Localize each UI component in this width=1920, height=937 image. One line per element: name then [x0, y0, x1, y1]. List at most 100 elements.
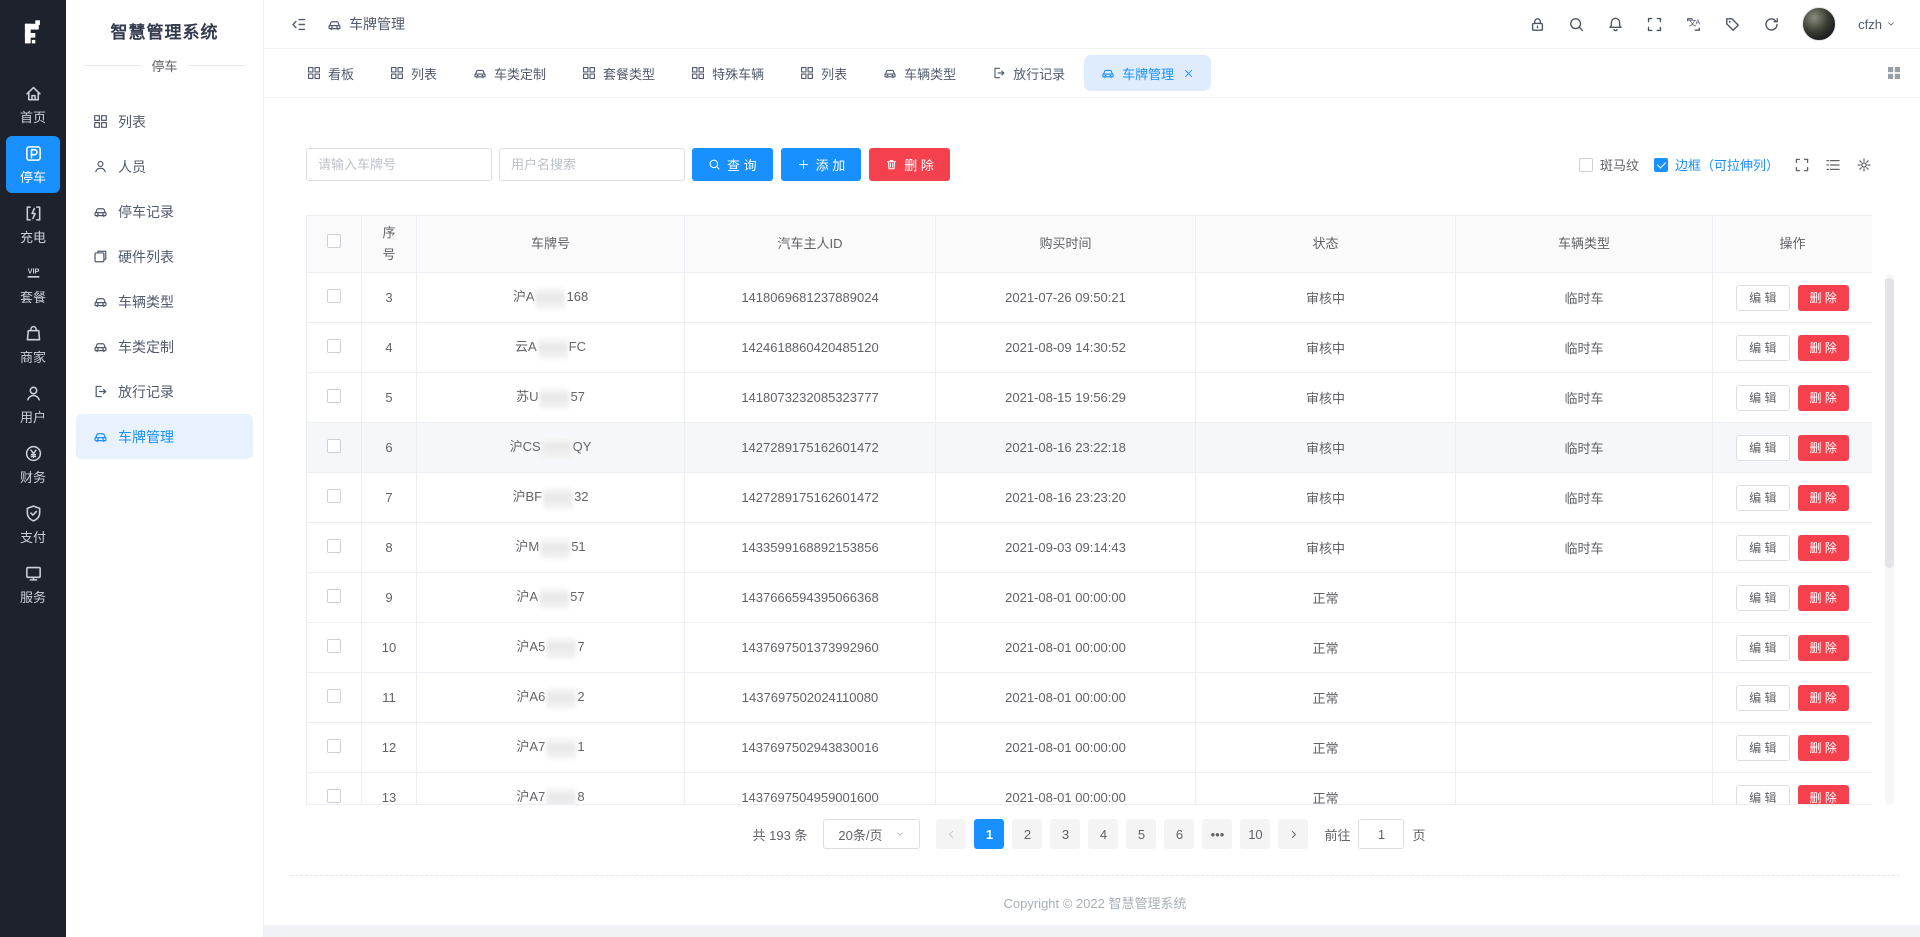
- row-checkbox[interactable]: [327, 589, 341, 603]
- sidebar-item-label: 停车记录: [118, 202, 174, 222]
- row-delete-button[interactable]: 删 除: [1798, 335, 1849, 361]
- tab-list-2[interactable]: 列表: [783, 55, 864, 91]
- row-checkbox[interactable]: [327, 539, 341, 553]
- next-page-button[interactable]: [1278, 819, 1308, 849]
- row-delete-button[interactable]: 删 除: [1798, 285, 1849, 311]
- row-delete-button[interactable]: 删 除: [1798, 635, 1849, 661]
- plate-search-input[interactable]: [306, 148, 492, 181]
- fullscreen-icon[interactable]: [1646, 16, 1663, 33]
- fullscreen-table-icon[interactable]: [1794, 157, 1810, 173]
- edit-button[interactable]: 编 辑: [1736, 385, 1789, 411]
- edit-button[interactable]: 编 辑: [1736, 335, 1789, 361]
- username-search-input[interactable]: [499, 148, 685, 181]
- collapse-sidebar-icon[interactable]: [290, 16, 307, 33]
- row-checkbox[interactable]: [327, 639, 341, 653]
- row-delete-button[interactable]: 删 除: [1798, 735, 1849, 761]
- plate-suffix: 1: [577, 739, 584, 754]
- app-logo[interactable]: [0, 0, 66, 66]
- bell-icon[interactable]: [1607, 16, 1624, 33]
- tab-list-1[interactable]: 列表: [373, 55, 454, 91]
- search-icon[interactable]: [1568, 16, 1585, 33]
- row-delete-button[interactable]: 删 除: [1798, 485, 1849, 511]
- edit-button[interactable]: 编 辑: [1736, 785, 1789, 806]
- row-checkbox[interactable]: [327, 439, 341, 453]
- sidebar-item-hardware-list[interactable]: 硬件列表: [76, 234, 253, 279]
- row-checkbox[interactable]: [327, 389, 341, 403]
- tab-vehicle-custom[interactable]: 车类定制: [456, 55, 563, 91]
- page-size-select[interactable]: 20条/页: [823, 819, 920, 849]
- row-delete-button[interactable]: 删 除: [1798, 385, 1849, 411]
- border-checkbox[interactable]: 边框（可拉伸列）: [1654, 155, 1779, 174]
- page-button-10[interactable]: 10: [1240, 819, 1270, 849]
- row-checkbox[interactable]: [327, 739, 341, 753]
- row-delete-button[interactable]: 删 除: [1798, 685, 1849, 711]
- row-delete-button[interactable]: 删 除: [1798, 435, 1849, 461]
- tab-release-records[interactable]: 放行记录: [975, 55, 1082, 91]
- row-checkbox[interactable]: [327, 339, 341, 353]
- sidebar-item-vehicle-type[interactable]: 车辆类型: [76, 279, 253, 324]
- rail-item-user[interactable]: 用户: [6, 376, 60, 433]
- owner-id-cell: 1437697502024110080: [685, 673, 936, 723]
- page-button-1[interactable]: 1: [974, 819, 1004, 849]
- search-button[interactable]: 查 询: [692, 148, 773, 181]
- delete-button[interactable]: 删 除: [869, 148, 950, 181]
- edit-button[interactable]: 编 辑: [1736, 585, 1789, 611]
- rail-item-home[interactable]: 首页: [6, 76, 60, 133]
- sidebar-item-vehicle-custom[interactable]: 车类定制: [76, 324, 253, 369]
- column-settings-icon[interactable]: [1825, 157, 1841, 173]
- select-all-checkbox[interactable]: [327, 234, 341, 248]
- row-checkbox[interactable]: [327, 789, 341, 803]
- rail-item-service[interactable]: 服务: [6, 556, 60, 613]
- page-button-4[interactable]: 4: [1088, 819, 1118, 849]
- page-button-6[interactable]: 6: [1164, 819, 1194, 849]
- rail-item-finance[interactable]: 财务: [6, 436, 60, 493]
- sidebar-item-list[interactable]: 列表: [76, 99, 253, 144]
- tab-plate-management[interactable]: 车牌管理: [1084, 55, 1211, 91]
- edit-button[interactable]: 编 辑: [1736, 735, 1789, 761]
- add-button[interactable]: 添 加: [781, 148, 862, 181]
- page-button-3[interactable]: 3: [1050, 819, 1080, 849]
- sidebar-item-release-records[interactable]: 放行记录: [76, 369, 253, 414]
- sidebar-item-personnel[interactable]: 人员: [76, 144, 253, 189]
- row-delete-button[interactable]: 删 除: [1798, 535, 1849, 561]
- tab-layout-grid-icon[interactable]: [1886, 65, 1902, 81]
- edit-button[interactable]: 编 辑: [1736, 285, 1789, 311]
- row-checkbox[interactable]: [327, 289, 341, 303]
- lock-icon[interactable]: [1529, 16, 1546, 33]
- row-delete-button[interactable]: 删 除: [1798, 585, 1849, 611]
- row-checkbox[interactable]: [327, 489, 341, 503]
- rail-item-package[interactable]: VIP套餐: [6, 256, 60, 313]
- sidebar-item-plate-management[interactable]: 车牌管理: [76, 414, 253, 459]
- gear-icon[interactable]: [1856, 157, 1872, 173]
- user-menu[interactable]: cfzh: [1858, 17, 1896, 32]
- tab-vehicle-type[interactable]: 车辆类型: [866, 55, 973, 91]
- zebra-stripe-checkbox[interactable]: 斑马纹: [1579, 155, 1639, 174]
- goto-page-input[interactable]: [1358, 819, 1404, 849]
- edit-button[interactable]: 编 辑: [1736, 435, 1789, 461]
- row-delete-button[interactable]: 删 除: [1798, 785, 1849, 806]
- row-checkbox[interactable]: [327, 689, 341, 703]
- translate-icon[interactable]: 文A: [1685, 16, 1702, 33]
- refresh-icon[interactable]: [1763, 16, 1780, 33]
- sidebar-item-parking-records[interactable]: 停车记录: [76, 189, 253, 234]
- table-scrollbar[interactable]: [1885, 274, 1894, 805]
- rail-item-merchant[interactable]: 商家: [6, 316, 60, 373]
- edit-button[interactable]: 编 辑: [1736, 685, 1789, 711]
- rail-item-payment[interactable]: 支付: [6, 496, 60, 553]
- page-button-5[interactable]: 5: [1126, 819, 1156, 849]
- rail-item-label: 充电: [20, 227, 46, 246]
- tab-special-vehicle[interactable]: 特殊车辆: [674, 55, 781, 91]
- rail-item-parking[interactable]: 停车: [6, 136, 60, 193]
- avatar[interactable]: [1802, 7, 1836, 41]
- edit-button[interactable]: 编 辑: [1736, 485, 1789, 511]
- tab-package-type[interactable]: 套餐类型: [565, 55, 672, 91]
- tag-icon[interactable]: [1724, 16, 1741, 33]
- edit-button[interactable]: 编 辑: [1736, 635, 1789, 661]
- edit-button[interactable]: 编 辑: [1736, 535, 1789, 561]
- more-pages-button[interactable]: •••: [1202, 819, 1232, 849]
- page-button-2[interactable]: 2: [1012, 819, 1042, 849]
- rail-item-charge[interactable]: 充电: [6, 196, 60, 253]
- tab-dashboard[interactable]: 看板: [290, 55, 371, 91]
- prev-page-button[interactable]: [936, 819, 966, 849]
- close-tab-icon[interactable]: [1183, 68, 1194, 79]
